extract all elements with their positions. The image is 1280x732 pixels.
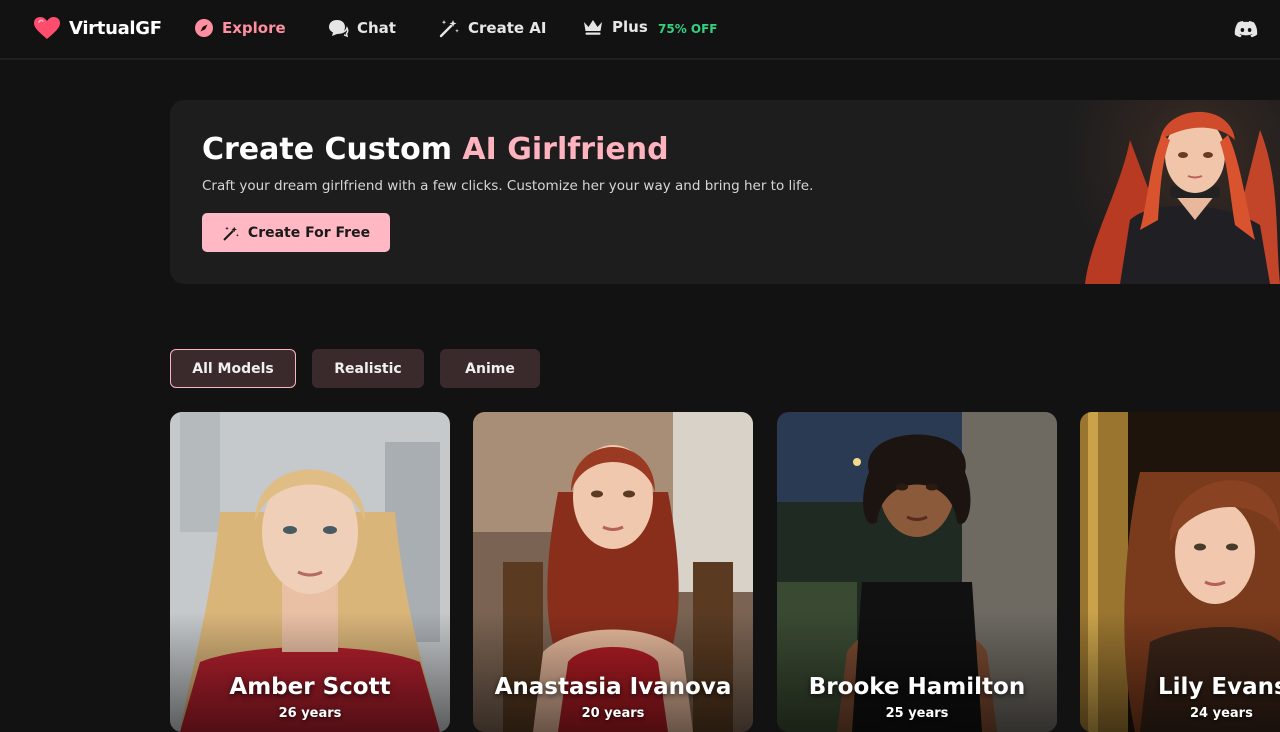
hero-title-main: Create Custom [202,132,463,167]
nav-explore-label: Explore [222,19,286,37]
crown-icon [584,20,602,35]
model-name: Lily Evans [1158,674,1280,700]
filter-anime[interactable]: Anime [440,349,540,388]
brand-logo[interactable]: VirtualGF [33,16,162,40]
nav-chat-label: Chat [357,19,396,37]
create-for-free-label: Create For Free [247,224,371,241]
nav-plus-label: Plus [612,18,648,36]
magic-wand-icon [439,20,459,38]
model-age: 25 years [885,706,949,721]
filter-all-models[interactable]: All Models [170,349,296,388]
model-name: Amber Scott [229,674,391,700]
chat-icon [329,20,349,38]
magic-wand-icon [223,226,239,240]
discord-icon [1234,21,1258,38]
model-age: 20 years [581,706,645,721]
model-card-amber-scott[interactable]: Amber Scott 26 years [170,412,450,732]
discord-link[interactable] [1234,19,1258,43]
nav-explore[interactable]: Explore [194,18,286,38]
model-age: 24 years [1190,706,1253,721]
hero-banner: Create Custom AI Girlfriend Craft your d… [170,100,1280,284]
nav-create-ai-label: Create AI [468,19,547,37]
model-age: 26 years [278,706,342,721]
hero-anime-illustration [1070,100,1280,284]
hero-title: Create Custom AI Girlfriend [202,132,669,167]
filter-realistic[interactable]: Realistic [312,349,424,388]
nav-chat[interactable]: Chat [327,18,396,38]
hero-title-accent: AI Girlfriend [462,132,669,167]
model-card-anastasia-ivanova[interactable]: Anastasia Ivanova 20 years [473,412,753,732]
discount-badge: 75% OFF [658,22,718,36]
hero-subtitle: Craft your dream girlfriend with a few c… [202,178,814,194]
brand-name: VirtualGF [69,17,162,39]
nav-create-ai[interactable]: Create AI [438,18,546,38]
model-card-brooke-hamilton[interactable]: Brooke Hamilton 25 years [777,412,1057,732]
nav-plus[interactable]: Plus [582,18,648,36]
model-name: Anastasia Ivanova [494,674,732,700]
model-card-lily-evans[interactable]: Lily Evans 24 years [1080,412,1280,732]
model-name: Brooke Hamilton [808,674,1026,700]
top-navbar: VirtualGF Explore Chat Create AI Plus 75… [0,0,1280,60]
compass-icon [195,19,213,37]
create-for-free-button[interactable]: Create For Free [202,213,390,252]
heart-icon [34,17,60,39]
